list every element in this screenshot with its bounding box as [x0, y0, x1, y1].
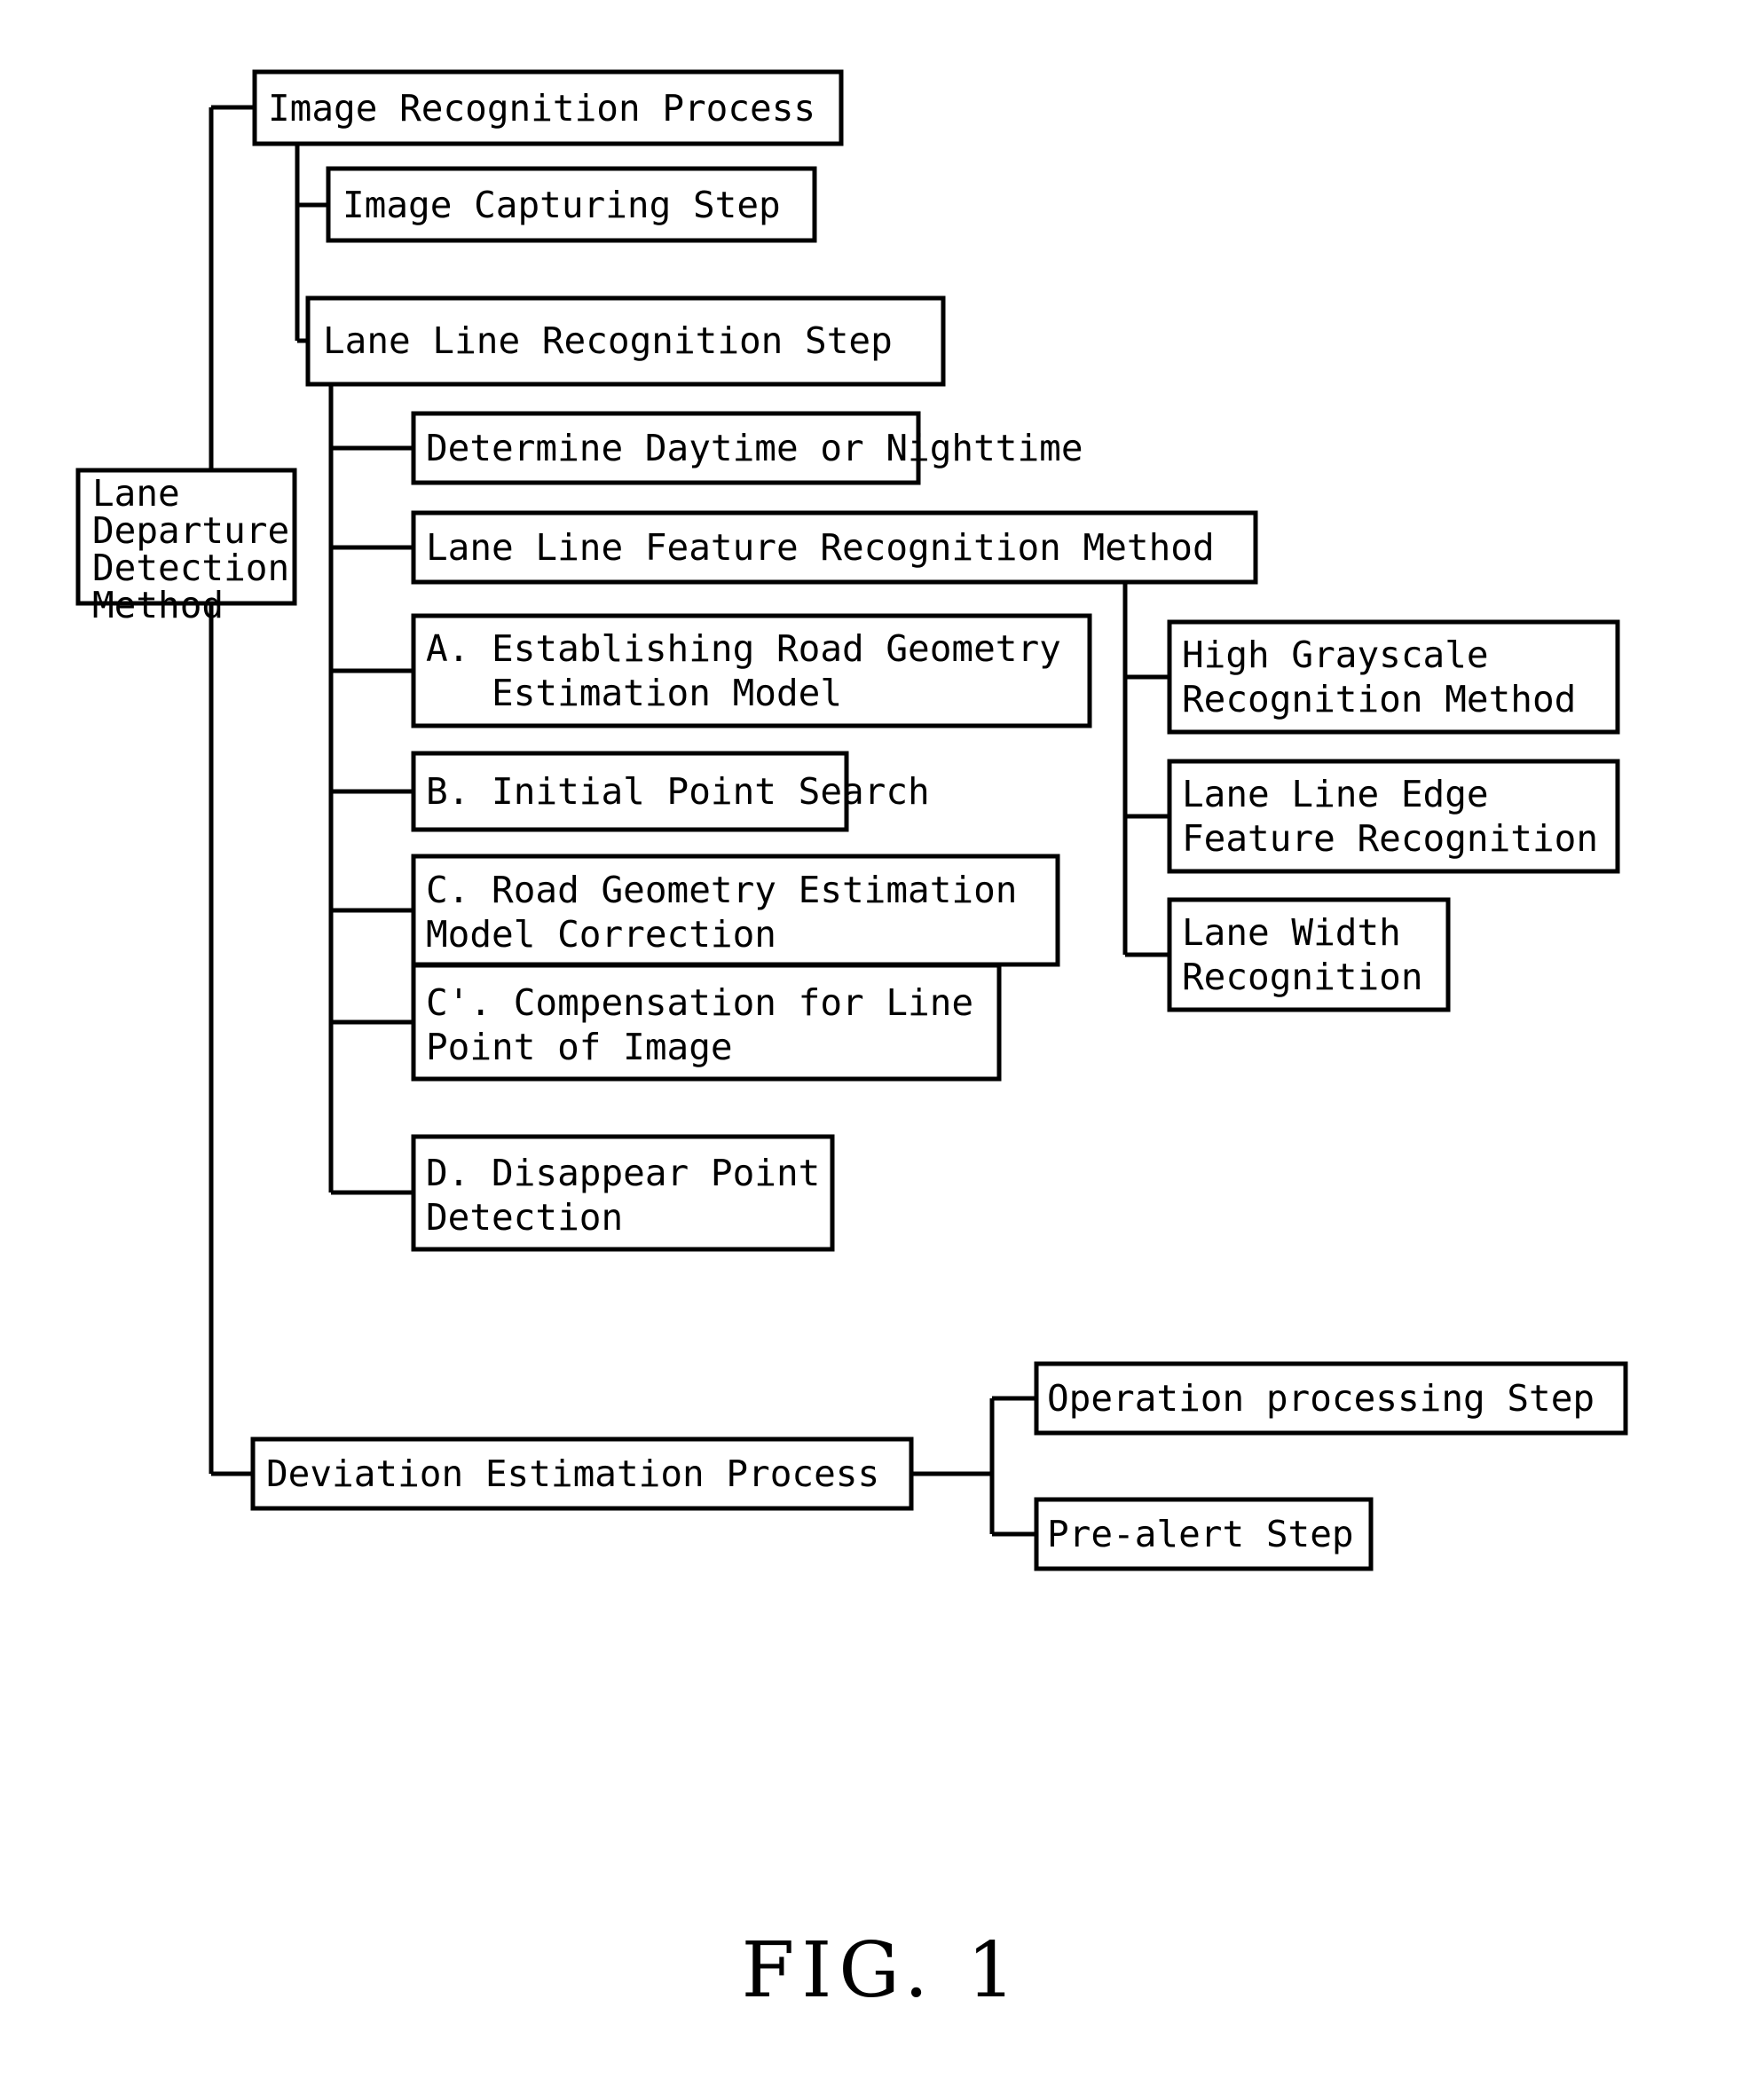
node-lane-line-feature-recognition-method-line-0: Lane Line Feature Recognition Method [426, 526, 1215, 569]
node-step-a[interactable]: A. Establishing Road Geometry Estimation… [411, 613, 1258, 728]
node-deviation-estimation-process[interactable]: Deviation Estimation Process [250, 1436, 1033, 1511]
node-pre-alert-step-label: Pre-alert Step [1047, 1513, 1507, 1555]
node-lane-line-edge-feature-recognition[interactable]: Lane Line Edge Feature Recognition [1167, 759, 1752, 874]
node-image-capturing-step-line-0: Image Capturing Step [343, 184, 781, 226]
node-high-grayscale-recognition[interactable]: High Grayscale Recognition Method [1167, 619, 1729, 735]
node-deviation-estimation-process-line-0: Deviation Estimation Process [266, 1452, 879, 1495]
node-high-grayscale-recognition-line-1: Recognition Method [1182, 678, 1576, 720]
node-determine-day-night-line-0: Determine Daytime or Nighttime [426, 427, 1083, 469]
node-image-capturing-step-label: Image Capturing Step [343, 184, 933, 226]
node-image-recognition-process-line-0: Image Recognition Process [268, 87, 815, 130]
node-lane-line-recognition-step[interactable]: Lane Line Recognition Step [305, 295, 1046, 387]
node-step-c-prime[interactable]: C'. Compensation for Line Point of Image [411, 963, 1170, 1082]
node-root-line-1: Departure [92, 509, 289, 552]
node-deviation-estimation-process-label: Deviation Estimation Process [266, 1452, 1033, 1495]
node-determine-day-night[interactable]: Determine Daytime or Nighttime [411, 411, 1236, 485]
node-step-d-line-1: Detection [426, 1196, 623, 1239]
node-step-d-line-0: D. Disappear Point [426, 1152, 820, 1194]
node-step-b[interactable]: B. Initial Point Search [411, 751, 1083, 832]
node-step-a-line-0: A. Establishing Road Geometry [426, 627, 1061, 670]
node-root-line-2: Detection [92, 547, 289, 589]
figure-caption: FIG. 1 [742, 1926, 1023, 2015]
node-root-line-3: Method [92, 584, 224, 626]
node-step-c-prime-line-0: C'. Compensation for Line [426, 981, 973, 1024]
node-step-a-line-1: Estimation Model [426, 672, 842, 714]
node-operation-processing-step[interactable]: Operation processing Step [1034, 1361, 1748, 1436]
node-pre-alert-step[interactable]: Pre-alert Step [1034, 1497, 1507, 1571]
node-lane-line-recognition-step-line-0: Lane Line Recognition Step [323, 319, 893, 362]
node-lane-width-recognition[interactable]: Lane Width Recognition [1167, 897, 1598, 1012]
node-lane-width-recognition-line-1: Recognition [1182, 956, 1423, 998]
node-step-b-label: B. Initial Point Search [426, 770, 1083, 813]
node-lane-line-recognition-step-label: Lane Line Recognition Step [323, 319, 1046, 362]
node-step-c-line-0: C. Road Geometry Estimation [426, 869, 1017, 911]
node-lane-line-edge-feature-recognition-line-1: Feature Recognition [1182, 817, 1598, 860]
node-step-c-prime-line-1: Point of Image [426, 1026, 733, 1068]
node-image-recognition-process-label: Image Recognition Process [268, 87, 969, 130]
node-determine-day-night-label: Determine Daytime or Nighttime [426, 427, 1236, 469]
node-lane-width-recognition-line-0: Lane Width [1182, 911, 1401, 954]
node-step-c[interactable]: C. Road Geometry Estimation Model Correc… [411, 854, 1215, 967]
node-image-recognition-process[interactable]: Image Recognition Process [252, 69, 969, 146]
node-root-line-0: Lane [92, 472, 180, 515]
figure-root: Lane Departure Detection Method Image Re… [0, 0, 1764, 2078]
node-lane-line-feature-recognition-method[interactable]: Lane Line Feature Recognition Method [411, 510, 1367, 585]
lane-departure-detection-flowchart: Lane Departure Detection Method Image Re… [75, 69, 1752, 2015]
node-operation-processing-step-line-0: Operation processing Step [1047, 1377, 1595, 1420]
node-step-d[interactable]: D. Disappear Point Detection [411, 1134, 1018, 1252]
node-step-b-line-0: B. Initial Point Search [426, 770, 930, 813]
node-pre-alert-step-line-0: Pre-alert Step [1047, 1513, 1354, 1555]
node-lane-line-feature-recognition-method-label: Lane Line Feature Recognition Method [426, 526, 1367, 569]
node-high-grayscale-recognition-line-0: High Grayscale [1182, 634, 1489, 676]
node-lane-line-edge-feature-recognition-line-0: Lane Line Edge [1182, 773, 1489, 815]
node-step-c-line-1: Model Correction [426, 913, 776, 956]
node-operation-processing-step-label: Operation processing Step [1047, 1377, 1748, 1420]
node-image-capturing-step[interactable]: Image Capturing Step [326, 166, 933, 243]
